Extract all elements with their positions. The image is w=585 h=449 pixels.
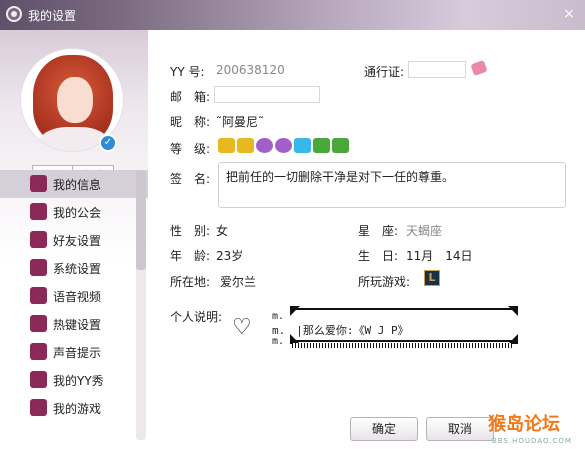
moon-icon [275, 138, 292, 153]
title-bar: 我的设置 × [0, 0, 585, 30]
sprout-icon [313, 138, 330, 153]
email-label: 邮 箱: [170, 90, 211, 104]
email-field[interactable] [214, 86, 320, 103]
nickname-value: ˜阿曼尼˜ [216, 115, 265, 129]
sidebar-item-label: 语音视频 [53, 290, 102, 304]
ok-button[interactable]: 确定 [350, 417, 418, 441]
sidebar-item-my-guild[interactable]: 我的公会 [0, 198, 148, 226]
yy-number-label: YY 号: [170, 65, 205, 79]
camera-icon [30, 287, 47, 304]
constellation-label: 星 座: [358, 224, 399, 238]
keyboard-icon [30, 315, 47, 332]
settings-gear-icon [6, 6, 22, 22]
level-label: 等 级: [170, 142, 211, 156]
sidebar-item-label: 我的游戏 [53, 402, 102, 416]
intro-border-bottom [290, 340, 518, 342]
intro-dashed-border [292, 343, 512, 348]
sidebar-item-label: 我的信息 [53, 178, 102, 192]
sidebar-item-friend-settings[interactable]: 好友设置 [0, 226, 148, 254]
constellation-value: 天蝎座 [406, 224, 443, 238]
gender-value: 女 [216, 224, 229, 238]
sidebar-item-label: 热键设置 [53, 318, 102, 332]
gender-label: 性 别: [170, 224, 211, 238]
watermark-logo: 猴岛论坛 [488, 414, 560, 435]
birthday-value: 11月 14日 [406, 249, 473, 263]
level-badges [218, 138, 349, 153]
crown-icon [237, 138, 254, 153]
heart-icon [232, 318, 254, 338]
signature-value: 把前任的一切删除干净是对下一任的尊重。 [226, 170, 455, 184]
sidebar-item-sound-alerts[interactable]: 声音提示 [0, 338, 148, 366]
shirt-icon [30, 371, 47, 388]
sidebar-scroll-thumb[interactable] [136, 170, 146, 270]
sidebar-item-hotkey-settings[interactable]: 热键设置 [0, 310, 148, 338]
intro-border-top [290, 308, 518, 310]
nickname-label: 昵 称: [170, 115, 211, 129]
diamond-icon [294, 138, 311, 153]
game-icon [30, 399, 47, 416]
league-of-legends-icon[interactable]: L [424, 270, 440, 286]
close-button[interactable]: × [560, 5, 578, 23]
gear-icon [30, 259, 47, 276]
age-value: 23岁 [216, 249, 244, 263]
sidebar-item-my-games[interactable]: 我的游戏 [0, 394, 148, 422]
intro-label: 个人说明: [170, 310, 223, 324]
games-label: 所玩游戏: [358, 275, 411, 289]
sidebar-item-label: 我的YY秀 [53, 374, 104, 388]
yy-number-value: 200638120 [216, 63, 285, 77]
sidebar-item-label: 声音提示 [53, 346, 102, 360]
sidebar-item-label: 我的公会 [53, 206, 102, 220]
sidebar-nav: 我的信息 我的公会 好友设置 系统设置 语音视频 热键设置 声音提示 我的YY秀… [0, 170, 148, 422]
flag-icon [30, 203, 47, 220]
cancel-button[interactable]: 取消 [426, 417, 494, 441]
age-label: 年 龄: [170, 249, 211, 263]
window-title: 我的设置 [28, 9, 77, 23]
sidebar-item-label: 系统设置 [53, 262, 102, 276]
location-label: 所在地: [170, 275, 211, 289]
sidebar-item-label: 好友设置 [53, 234, 102, 248]
passport-field[interactable] [408, 61, 466, 78]
location-value: 爱尔兰 [220, 275, 257, 289]
sidebar-item-my-info[interactable]: 我的信息 [0, 170, 148, 198]
signature-label: 签 名: [170, 172, 211, 186]
birthday-label: 生 日: [358, 249, 399, 263]
verified-badge-icon: ✓ [99, 134, 117, 152]
sidebar-item-voice-video[interactable]: 语音视频 [0, 282, 148, 310]
music-note-icon [30, 343, 47, 360]
passport-label: 通行证: [364, 65, 405, 79]
friends-icon [30, 231, 47, 248]
intro-line-1: m. [272, 311, 285, 322]
intro-line-3: m. [272, 336, 285, 347]
watermark-url: BBS.HOUDAO.COM [492, 437, 572, 445]
id-card-icon [30, 175, 47, 192]
moon-icon [256, 138, 273, 153]
sidebar-item-yy-show[interactable]: 我的YY秀 [0, 366, 148, 394]
sidebar-item-system-settings[interactable]: 系统设置 [0, 254, 148, 282]
crown-icon [218, 138, 235, 153]
sprout-icon [332, 138, 349, 153]
